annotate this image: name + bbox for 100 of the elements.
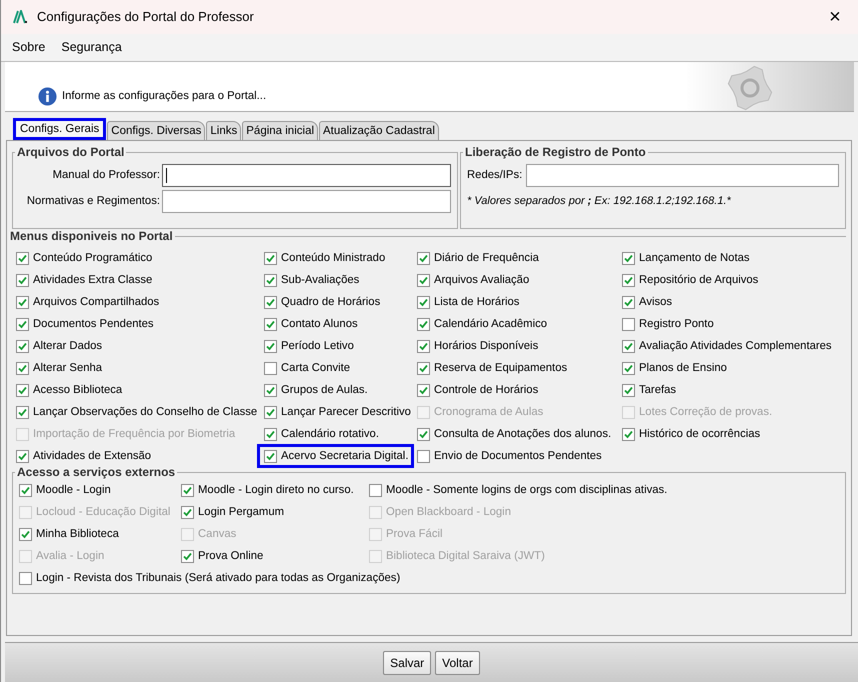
checkbox-label[interactable]: Calendário rotativo.	[281, 426, 379, 442]
checkbox-label[interactable]: Acervo Secretaria Digital.	[281, 448, 408, 464]
checkbox[interactable]	[16, 252, 29, 264]
checkbox-label[interactable]: Lançar Observações do Conselho de Classe	[33, 404, 258, 420]
checkbox[interactable]	[16, 384, 29, 396]
input-field[interactable]	[162, 164, 451, 187]
checkbox-label[interactable]: Lançamento de Notas	[639, 250, 750, 266]
checkbox-label[interactable]: Lista de Horários	[434, 294, 520, 310]
checkbox[interactable]	[622, 274, 635, 286]
checkbox[interactable]	[264, 384, 277, 396]
checkbox[interactable]	[622, 252, 635, 264]
tab[interactable]: Links	[206, 121, 242, 140]
menu-item[interactable]: Sobre	[12, 38, 46, 57]
checkbox-label[interactable]: Atividades de Extensão	[33, 448, 152, 464]
checkbox[interactable]	[417, 362, 430, 374]
checkbox[interactable]	[19, 484, 32, 496]
checkbox-label[interactable]: Diário de Frequência	[434, 250, 539, 266]
checkbox[interactable]	[181, 550, 194, 562]
checkbox-label[interactable]: Arquivos Compartilhados	[33, 294, 160, 310]
checkbox[interactable]	[16, 274, 29, 286]
checkbox-label[interactable]: Conteúdo Ministrado	[281, 250, 386, 266]
checkbox-label[interactable]: Atividades Extra Classe	[33, 272, 152, 288]
tab[interactable]: Atualização Cadastral	[319, 121, 439, 140]
checkbox-label[interactable]: Registro Ponto	[639, 316, 714, 332]
checkbox-label[interactable]: Login - Revista dos Tribunais (Será ativado para todas as Organizações)	[36, 570, 400, 586]
checkbox-label[interactable]: Reserva de Equipamentos	[434, 360, 568, 376]
checkbox-label[interactable]: Tarefas	[639, 382, 676, 398]
checkbox-label[interactable]: Arquivos Avaliação	[434, 272, 530, 288]
checkbox[interactable]	[264, 406, 277, 418]
tab[interactable]: Configs. Gerais	[13, 118, 106, 140]
checkbox-label[interactable]: Avaliação Atividades Complementares	[639, 338, 832, 354]
tab[interactable]: Página inicial	[242, 121, 318, 140]
checkbox-label[interactable]: Carta Convite	[281, 360, 350, 376]
menu-item[interactable]: Segurança	[61, 38, 122, 57]
checkbox-label[interactable]: Repositório de Arquivos	[639, 272, 758, 288]
checkbox-label[interactable]: Prova Online	[198, 548, 264, 564]
checkbox-label[interactable]: Consulta de Anotações dos alunos.	[434, 426, 612, 442]
tab[interactable]: Configs. Diversas	[107, 121, 206, 140]
checkbox[interactable]	[19, 572, 32, 584]
checkbox-label[interactable]: Contato Alunos	[281, 316, 358, 332]
checkbox[interactable]	[417, 296, 430, 308]
checkbox-label[interactable]: Moodle - Somente logins de orgs com disciplinas ativas.	[386, 482, 668, 498]
checkbox[interactable]	[417, 450, 430, 462]
checkbox[interactable]	[16, 450, 29, 462]
checkbox-label[interactable]: Avisos	[639, 294, 672, 310]
action-button[interactable]: Voltar	[435, 650, 480, 674]
checkbox-label[interactable]: Acesso Biblioteca	[33, 382, 122, 398]
checkbox-label[interactable]: Conteúdo Programático	[33, 250, 152, 266]
checkbox[interactable]	[16, 362, 29, 374]
checkbox[interactable]	[417, 274, 430, 286]
checkbox-label[interactable]: Sub-Avaliações	[281, 272, 360, 288]
checkbox-label[interactable]: Moodle - Login direto no curso.	[198, 482, 354, 498]
checkbox-label[interactable]: Envio de Documentos Pendentes	[434, 448, 602, 464]
checkbox[interactable]	[264, 362, 277, 374]
checkbox[interactable]	[622, 318, 635, 330]
checkbox[interactable]	[417, 428, 430, 440]
checkbox[interactable]	[264, 296, 277, 308]
checkbox[interactable]	[16, 340, 29, 352]
checkbox[interactable]	[622, 340, 635, 352]
checkbox[interactable]	[622, 384, 635, 396]
checkbox-label[interactable]: Histórico de ocorrências	[639, 426, 760, 442]
input-field[interactable]	[526, 164, 839, 187]
checkbox[interactable]	[264, 252, 277, 264]
checkbox[interactable]	[264, 274, 277, 286]
checkbox[interactable]	[369, 484, 382, 496]
checkbox-label[interactable]: Lançar Parecer Descritivo	[281, 404, 411, 420]
checkbox[interactable]	[264, 318, 277, 330]
checkbox-label[interactable]: Moodle - Login	[36, 482, 111, 498]
action-button[interactable]: Salvar	[383, 650, 432, 674]
checkbox[interactable]	[264, 450, 277, 462]
checkbox-label[interactable]: Login Pergamum	[198, 504, 284, 520]
checkbox-label[interactable]: Minha Biblioteca	[36, 526, 119, 542]
checkbox-label[interactable]: Quadro de Horários	[281, 294, 380, 310]
checkbox[interactable]	[181, 506, 194, 518]
checkbox[interactable]	[417, 384, 430, 396]
checkbox-label[interactable]: Documentos Pendentes	[33, 316, 154, 332]
close-button[interactable]: ×	[812, 6, 858, 28]
checkbox-label[interactable]: Controle de Horários	[434, 382, 538, 398]
checkbox-label[interactable]: Planos de Ensino	[639, 360, 727, 376]
checkbox-label[interactable]: Alterar Senha	[33, 360, 102, 376]
input-field[interactable]	[162, 190, 451, 213]
checkbox[interactable]	[622, 362, 635, 374]
checkbox-label[interactable]: Período Letivo	[281, 338, 354, 354]
checkbox[interactable]	[622, 428, 635, 440]
checkbox[interactable]	[19, 528, 32, 540]
checkbox[interactable]	[181, 484, 194, 496]
checkbox[interactable]	[16, 406, 29, 418]
checkbox-label[interactable]: Alterar Dados	[33, 338, 102, 354]
checkbox[interactable]	[417, 318, 430, 330]
checkbox[interactable]	[622, 296, 635, 308]
checkbox[interactable]	[417, 340, 430, 352]
checkbox[interactable]	[16, 296, 29, 308]
checkbox[interactable]	[16, 318, 29, 330]
checkbox-label[interactable]: Calendário Acadêmico	[434, 316, 548, 332]
checkbox[interactable]	[264, 428, 277, 440]
checkbox[interactable]	[264, 340, 277, 352]
checkbox[interactable]	[417, 252, 430, 264]
checkbox-label[interactable]: Grupos de Aulas.	[281, 382, 368, 398]
checkbox-label: Avalia - Login	[36, 548, 104, 564]
checkbox-label[interactable]: Horários Disponíveis	[434, 338, 538, 354]
